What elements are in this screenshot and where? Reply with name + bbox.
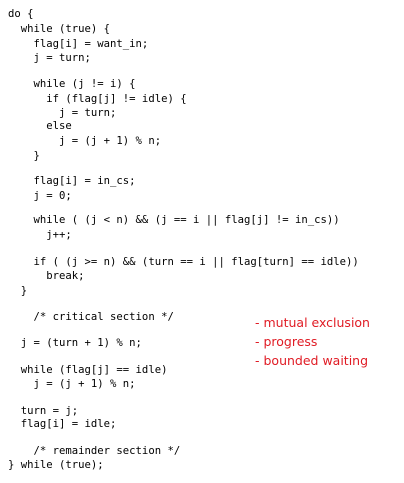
code-line: }	[8, 150, 40, 162]
code-line: j = 0;	[8, 190, 72, 202]
code-line: flag[i] = in_cs;	[8, 175, 136, 187]
code-line: j = turn;	[8, 52, 91, 64]
requirements-annotation: - mutual exclusion - progress - bounded …	[255, 313, 370, 370]
code-line: flag[i] = idle;	[8, 418, 117, 430]
code-line: do {	[8, 8, 34, 20]
note-bounded-waiting: - bounded waiting	[255, 353, 369, 368]
code-line: break;	[8, 270, 85, 282]
code-line: if ( (j >= n) && (turn == i || flag[turn…	[8, 256, 359, 268]
code-line: while ( (j < n) && (j == i || flag[j] !=…	[8, 214, 340, 226]
code-line: while (j != i) {	[8, 78, 136, 90]
code-line: } while (true);	[8, 459, 104, 471]
code-line: turn = j;	[8, 405, 79, 417]
code-line: if (flag[j] != idle) {	[8, 93, 187, 105]
code-line: else	[8, 120, 72, 132]
code-line: flag[i] = want_in;	[8, 38, 149, 50]
code-line: j++;	[8, 229, 72, 241]
code-line: /* critical section */	[8, 311, 174, 323]
code-line: /* remainder section */	[8, 445, 181, 457]
code-listing: do { while (true) { flag[i] = want_in; j…	[0, 0, 404, 483]
code-line: j = (j + 1) % n;	[8, 135, 162, 147]
code-line: while (true) {	[8, 23, 111, 35]
code-line: while (flag[j] == idle)	[8, 364, 168, 376]
code-line: }	[8, 285, 28, 297]
note-progress: - progress	[255, 334, 318, 349]
code-line: j = (j + 1) % n;	[8, 378, 136, 390]
code-line: j = turn;	[8, 107, 117, 119]
code-line: j = (turn + 1) % n;	[8, 337, 142, 349]
note-mutual-exclusion: - mutual exclusion	[255, 315, 370, 330]
